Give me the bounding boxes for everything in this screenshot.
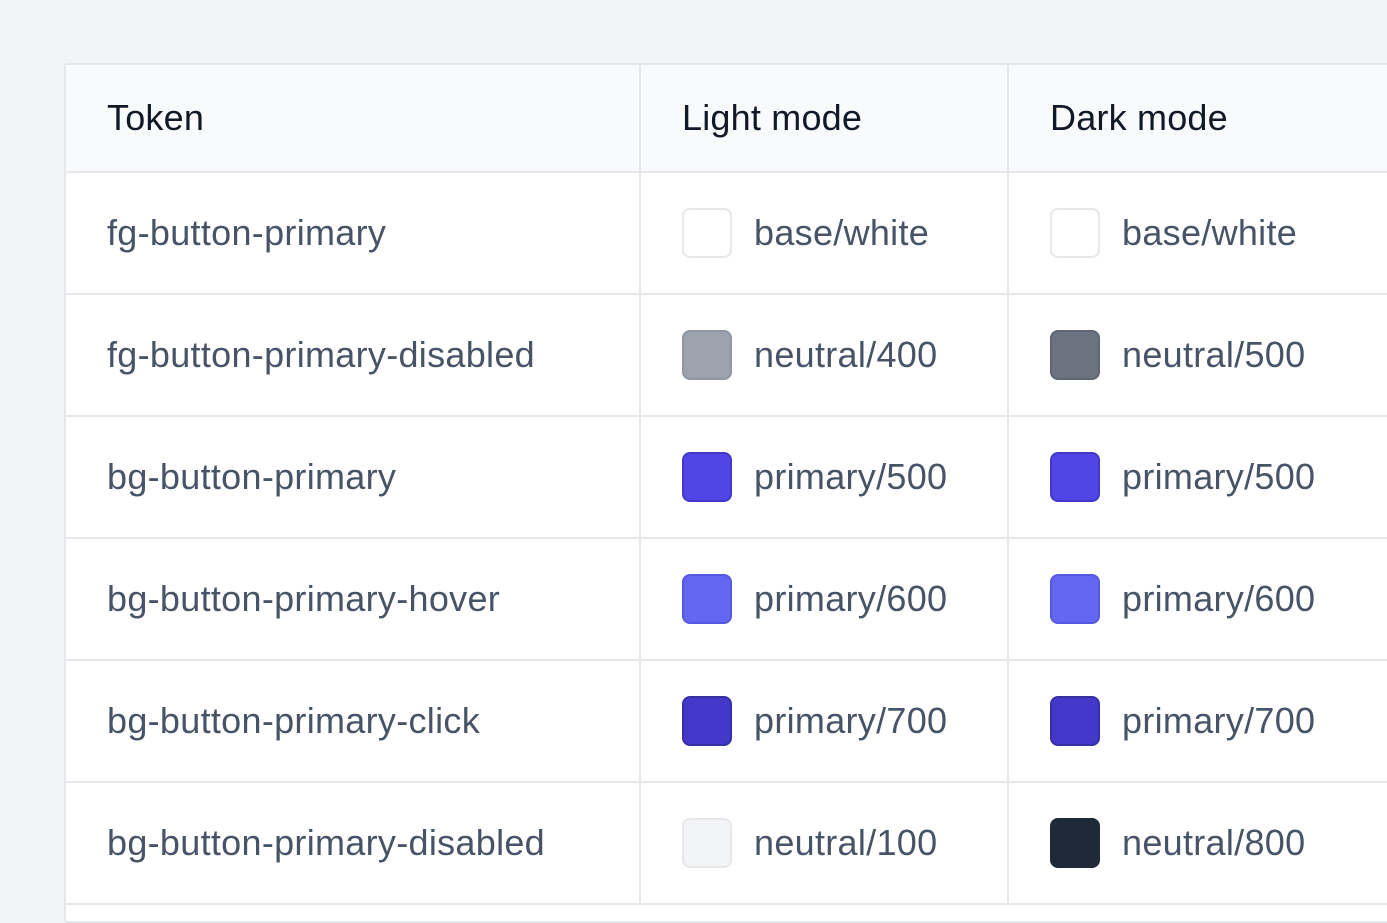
color-swatch	[682, 330, 732, 380]
dark-mode-cell: primary/700	[1009, 661, 1387, 781]
color-swatch	[1050, 208, 1100, 258]
color-value-label: neutral/100	[754, 822, 938, 863]
color-value-label: primary/500	[754, 456, 948, 497]
dark-mode-cell: base/white	[1009, 173, 1387, 293]
color-swatch	[682, 208, 732, 258]
table-row: bg-button-primary primary/500 primary/500	[66, 417, 1387, 539]
color-swatch	[682, 818, 732, 868]
table-row: bg-button-primary-hover primary/600 primar…	[66, 539, 1387, 661]
table-header-row: Token Light mode Dark mode	[66, 65, 1387, 173]
light-mode-cell: base/white	[641, 173, 1009, 293]
color-swatch	[1050, 452, 1100, 502]
color-value-label: base/white	[754, 212, 930, 253]
token-name: bg-button-primary-hover	[66, 539, 641, 659]
light-mode-cell: neutral/400	[641, 295, 1009, 415]
color-swatch	[682, 696, 732, 746]
token-name: fg-button-primary-disabled	[66, 295, 641, 415]
color-swatch	[1050, 574, 1100, 624]
table-row: fg-button-primary-disabled neutral/400 neu…	[66, 295, 1387, 417]
color-swatch	[682, 574, 732, 624]
light-mode-cell: primary/600	[641, 539, 1009, 659]
color-value-label: neutral/400	[754, 334, 938, 375]
table-row: bg-button-primary-click primary/700 primar…	[66, 661, 1387, 783]
color-value-label: neutral/500	[1122, 334, 1306, 375]
color-value-label: primary/700	[754, 700, 948, 741]
color-value-label: primary/700	[1122, 700, 1316, 741]
light-mode-cell: primary/500	[641, 417, 1009, 537]
token-table: Token Light mode Dark mode fg-button-pri…	[64, 63, 1387, 923]
dark-mode-cell: primary/600	[1009, 539, 1387, 659]
color-value-label: neutral/800	[1122, 822, 1306, 863]
header-dark-mode: Dark mode	[1050, 97, 1228, 138]
color-swatch	[1050, 696, 1100, 746]
token-name: bg-button-primary	[66, 417, 641, 537]
light-mode-cell: primary/700	[641, 661, 1009, 781]
color-swatch	[1050, 818, 1100, 868]
color-swatch	[682, 452, 732, 502]
light-mode-cell: neutral/100	[641, 783, 1009, 903]
header-light-mode: Light mode	[641, 65, 1009, 171]
color-swatch	[1050, 330, 1100, 380]
dark-mode-cell: neutral/800	[1009, 783, 1387, 903]
dark-mode-cell: primary/500	[1009, 417, 1387, 537]
token-name: fg-button-primary	[66, 173, 641, 293]
table-row: fg-button-primary base/white base/white	[66, 173, 1387, 295]
color-value-label: primary/500	[1122, 456, 1316, 497]
table-row: bg-button-primary-disabled neutral/100 neu…	[66, 783, 1387, 905]
dark-mode-cell: neutral/500	[1009, 295, 1387, 415]
color-value-label: primary/600	[754, 578, 948, 619]
color-value-label: primary/600	[1122, 578, 1316, 619]
color-value-label: base/white	[1122, 212, 1298, 253]
token-name: bg-button-primary-click	[66, 661, 641, 781]
header-token: Token	[66, 65, 641, 171]
token-name: bg-button-primary-disabled	[66, 783, 641, 903]
